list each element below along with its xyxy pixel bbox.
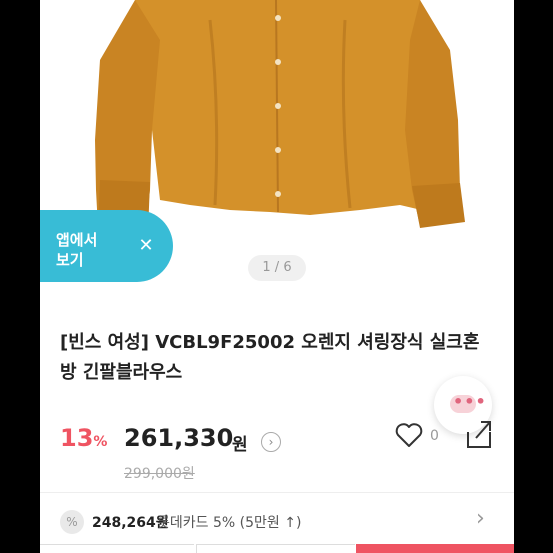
heart-icon[interactable] <box>394 420 424 450</box>
close-icon[interactable]: ✕ <box>136 236 156 256</box>
divider <box>40 492 514 493</box>
price-detail-chevron-icon[interactable]: › <box>261 432 281 452</box>
card-benefit-row[interactable]: % 248,264원 롯데카드 5% (5만원 ↑) › <box>40 502 514 540</box>
open-in-app-label: 앱에서 보기 <box>56 231 98 269</box>
product-title: [빈스 여성] VCBL9F25002 오렌지 셔링장식 실크혼방 긴팔블라우스 <box>60 332 480 383</box>
percent-icon: % <box>60 510 84 534</box>
like-count: 0 <box>430 428 439 444</box>
card-benefit-text: 롯데카드 5% (5만원 ↑) <box>157 515 302 531</box>
share-icon[interactable] <box>464 418 494 450</box>
sale-price: 261,330 <box>124 424 234 452</box>
product-page: 앱에서 보기 ✕ 1 / 6 [빈스 여성] VCBL9F25002 오렌지 셔… <box>40 0 514 553</box>
sale-price-unit: 원 <box>232 435 248 455</box>
buy-button[interactable] <box>356 544 514 553</box>
open-in-app-banner[interactable]: 앱에서 보기 ✕ <box>40 210 173 282</box>
bottom-action-left[interactable] <box>40 544 194 553</box>
discount-rate: 13% <box>60 424 108 452</box>
product-image-gallery[interactable]: 앱에서 보기 ✕ 1 / 6 <box>40 0 514 292</box>
chevron-right-icon: › <box>476 506 485 531</box>
original-price: 299,000원 <box>124 466 195 482</box>
image-pager: 1 / 6 <box>248 255 306 281</box>
bottom-action-bar <box>40 544 514 553</box>
bottom-action-middle[interactable] <box>196 544 355 553</box>
